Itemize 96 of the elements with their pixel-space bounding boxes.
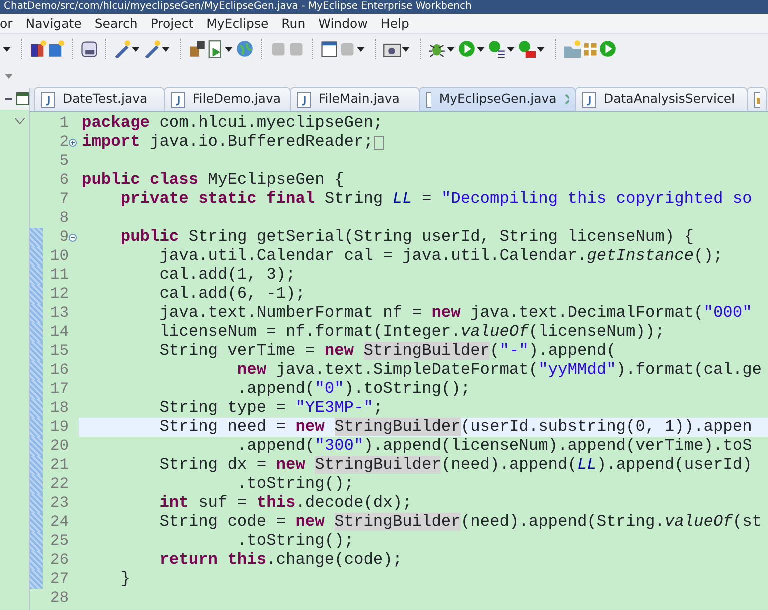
code-line: public class MyEclipseGen { — [82, 171, 344, 190]
caret-icon[interactable] — [537, 46, 545, 52]
java-file-icon — [297, 92, 311, 108]
line-number: 13 — [49, 304, 69, 323]
line-number: 5 — [58, 152, 69, 171]
code-line: java.text.NumberFormat nf = new java.text.DecimalFormat("000" — [158, 304, 752, 323]
code-line: private static final String LL = "Decompiling this copyrighted so — [120, 190, 752, 209]
code-line: int suf = this.decode(dx); — [158, 494, 412, 513]
code-line: .toString(); — [236, 475, 354, 494]
line-number: 14 — [49, 323, 69, 342]
line-number: 24 — [49, 513, 69, 532]
menu-item[interactable]: or — [0, 14, 20, 33]
editor-tab[interactable]: FileDemo.java — [164, 87, 291, 111]
line-number: 15 — [49, 342, 69, 361]
menu-item[interactable]: MyEclipse — [200, 14, 276, 33]
code-line: .toString(); — [236, 532, 354, 551]
code-line: import java.io.BufferedReader; — [82, 133, 374, 152]
grid-icon[interactable] — [581, 40, 599, 58]
deploy-icon[interactable] — [188, 40, 206, 58]
run-icon[interactable] — [599, 40, 617, 58]
line-number: 22 — [49, 475, 69, 494]
cube-icon[interactable] — [47, 40, 65, 58]
java-file-icon — [426, 92, 432, 108]
expand-icon[interactable] — [69, 139, 77, 148]
server-icon[interactable] — [80, 40, 98, 58]
cube-icon[interactable] — [29, 40, 47, 58]
code-line: cal.add(1, 3); — [158, 266, 296, 285]
line-number: 16 — [49, 361, 69, 380]
editor-tab[interactable]: FileMain.java — [290, 87, 420, 111]
line-number: 12 — [49, 285, 69, 304]
line-number: 10 — [49, 247, 69, 266]
caret-icon[interactable] — [132, 46, 140, 52]
menu-item[interactable]: Search — [88, 14, 145, 33]
line-number: 23 — [49, 494, 69, 513]
code-line: String need = new StringBuilder(userId.substring(0, 1)).appen — [158, 418, 752, 437]
code-line: public String getSerial(String userId, String licenseNum) { — [120, 228, 694, 247]
caret-icon[interactable] — [162, 46, 170, 52]
line-number: 18 — [49, 399, 69, 418]
window-icon[interactable] — [320, 40, 338, 58]
code-line: String dx = new StringBuilder(need).append(LL).append(userId) — [158, 456, 752, 475]
code-line: package com.hlcui.myeclipseGen; — [82, 114, 384, 133]
menu-item[interactable]: Project — [144, 14, 201, 33]
editor-tab[interactable]: DataAnalysisServiceI — [575, 87, 748, 111]
line-number: 26 — [49, 551, 69, 570]
file-icon — [754, 92, 760, 108]
code-line: String type = "YE3MP-"; — [158, 399, 384, 418]
caret-icon[interactable] — [402, 46, 410, 52]
line-number: 27 — [49, 570, 69, 589]
code-line: String code = new StringBuilder(need).append(String.valueOf(st — [158, 513, 762, 532]
line-number: 11 — [49, 266, 69, 285]
menu-item[interactable]: Navigate — [20, 14, 89, 33]
code-line: licenseNum = nf.format(Integer.valueOf(licenseNum)); — [158, 323, 665, 342]
code-line: java.util.Calendar cal = java.util.Calendar.getInstance(); — [158, 247, 724, 266]
window-title: ChatDemo/src/com/hlcui/myeclipseGen/MyEclipseGen.java - MyEclipse Enterprise Workbench — [3, 1, 472, 13]
wand-icon[interactable] — [113, 40, 131, 58]
caret-icon[interactable] — [447, 46, 455, 52]
maximize-icon[interactable] — [16, 92, 29, 106]
java-file-icon — [41, 92, 55, 108]
code-line: new java.text.SimpleDateFormat("yyMMdd").format(cal.ge — [236, 361, 762, 380]
caret-icon[interactable] — [477, 46, 485, 52]
line-number: 20 — [49, 437, 69, 456]
menu-item[interactable]: Run — [276, 14, 313, 33]
code-line: cal.add(6, -1); — [158, 285, 306, 304]
line-number: 8 — [58, 209, 69, 228]
caret-icon[interactable] — [225, 46, 233, 52]
line-number: 1 — [58, 114, 69, 133]
code-line: .append("0").toString(); — [236, 380, 471, 399]
java-file-icon — [582, 92, 596, 108]
run-list-icon[interactable] — [488, 40, 506, 58]
wand-icon[interactable] — [143, 40, 161, 58]
menu-item[interactable]: Window — [312, 14, 375, 33]
line-number: 17 — [49, 380, 69, 399]
code-line: .append("300").append(licenseNum).append(verTime).toS — [236, 437, 752, 456]
run-stop-icon[interactable] — [518, 40, 536, 58]
code-line: return this.change(code); — [158, 551, 403, 570]
line-number: 19 — [49, 418, 69, 437]
collapse-icon[interactable] — [69, 234, 77, 242]
line-number: 28 — [49, 589, 69, 608]
line-number: 9 — [58, 228, 69, 247]
line-number: 2 — [58, 133, 69, 152]
page-run-icon[interactable] — [206, 40, 224, 58]
line-number: 21 — [49, 456, 69, 475]
editor-tab[interactable] — [747, 87, 767, 111]
java-file-icon — [171, 92, 185, 108]
caret-icon[interactable] — [507, 46, 515, 52]
code-line: } — [120, 570, 131, 589]
caret-icon[interactable] — [3, 46, 11, 52]
code-line: String verTime = new StringBuilder("-").append( — [158, 342, 616, 361]
line-number: 25 — [49, 532, 69, 551]
folded-code-marker[interactable] — [373, 135, 386, 151]
editor-tab[interactable]: DateTest.java — [34, 87, 165, 111]
editor-tab[interactable]: MyEclipseGen.java — [419, 87, 576, 111]
line-number: 6 — [58, 171, 69, 190]
line-number: 7 — [58, 190, 69, 209]
menu-item[interactable]: Help — [374, 14, 416, 33]
caret-icon[interactable] — [357, 46, 365, 52]
